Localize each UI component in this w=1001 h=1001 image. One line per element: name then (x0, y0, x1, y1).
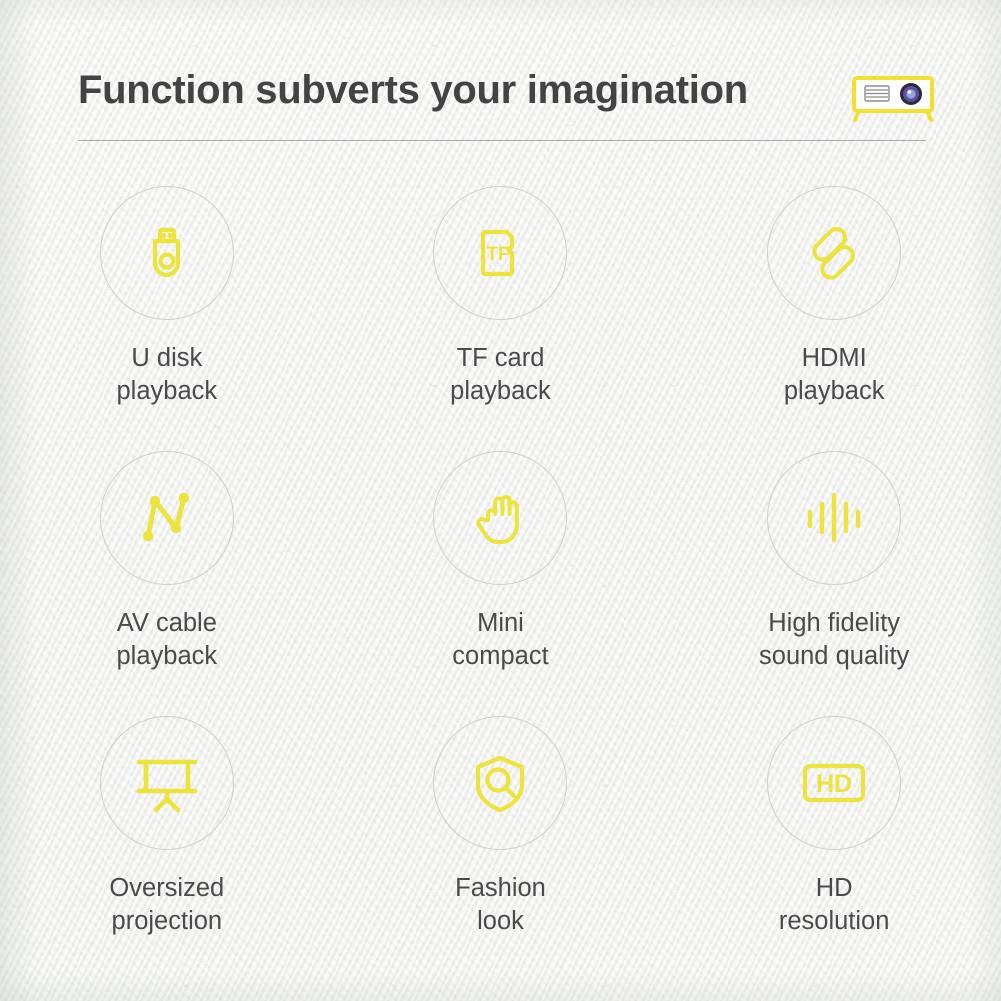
feature-label: AV cable playback (116, 609, 218, 670)
feature-label: Fashion look (455, 874, 546, 935)
feature-card-tf-card[interactable]: TF TF card playback (334, 186, 668, 451)
feature-label: Mini compact (452, 609, 549, 670)
hd-badge-icon: HD (798, 747, 870, 819)
feature-icon-circle: TF (433, 186, 568, 320)
feature-card-mini-compact[interactable]: Mini compact (334, 451, 668, 716)
feature-card-hdmi[interactable]: HDMI playback (667, 186, 1001, 451)
feature-label: TF card playback (450, 344, 551, 405)
header-divider (78, 140, 926, 141)
feature-label: Oversized projection (109, 874, 225, 935)
tf-card-icon: TF (464, 217, 536, 289)
page-title: Function subverts your imagination (78, 68, 748, 112)
hd-badge-icon-text: HD (816, 770, 852, 798)
feature-card-fashion-look[interactable]: Fashion look (334, 716, 668, 981)
feature-icon-circle (767, 451, 902, 585)
feature-icon-circle (99, 186, 234, 320)
page-header: Function subverts your imagination (78, 62, 934, 142)
feature-card-u-disk[interactable]: U disk playback (0, 186, 334, 451)
feature-icon-circle (99, 716, 234, 850)
projector-icon (850, 68, 936, 124)
hand-palm-icon (464, 482, 536, 554)
shield-search-icon (464, 747, 536, 819)
feature-card-sound-quality[interactable]: High fidelity sound quality (667, 451, 1001, 716)
tf-card-icon-text: TF (487, 244, 510, 265)
feature-label: HDMI playback (783, 344, 885, 405)
feature-card-av-cable[interactable]: AV cable playback (0, 451, 334, 716)
sound-wave-icon (798, 482, 870, 554)
feature-label: HD resolution (778, 874, 890, 935)
feature-card-hd-resolution[interactable]: HD HD resolution (667, 716, 1001, 981)
projection-screen-icon (131, 747, 203, 819)
usb-flash-drive-icon (131, 217, 203, 289)
feature-card-oversized-projection[interactable]: Oversized projection (0, 716, 334, 981)
feature-icon-circle (433, 716, 568, 850)
feature-label: High fidelity sound quality (759, 609, 910, 670)
feature-grid: U disk playback TF TF card playback HDMI… (0, 186, 1001, 981)
feature-icon-circle (99, 451, 234, 585)
feature-icon-circle (767, 186, 902, 320)
feature-icon-circle (433, 451, 568, 585)
hdmi-cable-icon (798, 217, 870, 289)
page-background: Function subverts your imagination U dis… (0, 0, 1001, 1001)
av-cable-node-icon (131, 482, 203, 554)
feature-label: U disk playback (116, 344, 218, 405)
feature-icon-circle: HD (767, 716, 902, 850)
